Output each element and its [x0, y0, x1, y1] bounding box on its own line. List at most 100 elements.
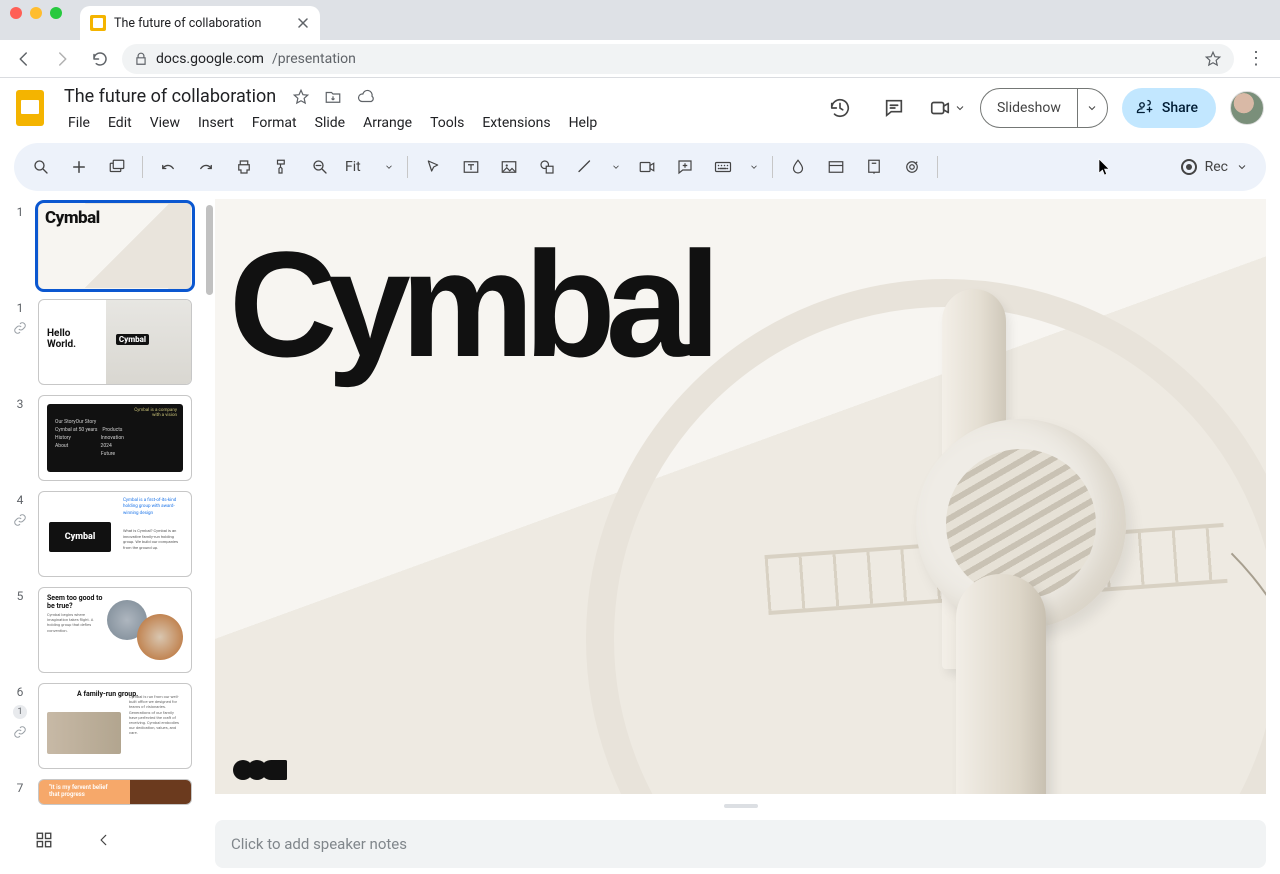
- shape-button[interactable]: [530, 150, 564, 184]
- slide-canvas[interactable]: Cymbal: [215, 199, 1266, 794]
- keyboard-dropdown[interactable]: [744, 162, 764, 172]
- speaker-notes[interactable]: Click to add speaker notes: [215, 820, 1266, 868]
- record-button[interactable]: Rec: [1181, 159, 1256, 175]
- account-avatar[interactable]: [1230, 91, 1264, 125]
- browser-tab[interactable]: The future of collaboration: [80, 6, 320, 40]
- slide-number: 1: [17, 205, 24, 219]
- version-history-button[interactable]: [820, 88, 860, 128]
- menu-view[interactable]: View: [142, 111, 188, 135]
- textbox-button[interactable]: [454, 150, 488, 184]
- app-header: The future of collaboration File Edit Vi…: [0, 78, 1280, 135]
- layout-button[interactable]: [819, 150, 853, 184]
- zoom-out-button[interactable]: [303, 150, 337, 184]
- thumb-title: Seem too good to be true?: [47, 594, 107, 610]
- background-button[interactable]: [781, 150, 815, 184]
- line-button[interactable]: [568, 150, 602, 184]
- toolbar-separator: [407, 156, 408, 178]
- slide-title[interactable]: Cymbal: [229, 229, 711, 379]
- menu-arrange[interactable]: Arrange: [355, 111, 420, 135]
- move-button[interactable]: [324, 88, 342, 106]
- bookmark-star-button[interactable]: [1204, 50, 1222, 68]
- window-close-button[interactable]: [10, 7, 22, 19]
- grid-view-button[interactable]: [28, 824, 60, 856]
- menu-insert[interactable]: Insert: [190, 111, 242, 135]
- slide-thumbnail-5[interactable]: Seem too good to be true? Cymbal begins …: [38, 587, 192, 673]
- slide-thumbnail-2[interactable]: HelloWorld.: [38, 299, 192, 385]
- menu-help[interactable]: Help: [561, 111, 606, 135]
- slide-number: 5: [17, 589, 24, 603]
- slideshow-dropdown[interactable]: [1077, 89, 1107, 127]
- slide-thumbnail-3[interactable]: Our Story Cymbal at 50 years Products Hi…: [38, 395, 192, 481]
- notes-splitter[interactable]: [215, 804, 1266, 810]
- redo-button[interactable]: [189, 150, 223, 184]
- toolbar-separator: [142, 156, 143, 178]
- browser-back-button[interactable]: [8, 43, 40, 75]
- image-button[interactable]: [492, 150, 526, 184]
- video-button[interactable]: [630, 150, 664, 184]
- menu-file[interactable]: File: [60, 111, 98, 135]
- brand-mark-icon: [233, 760, 287, 780]
- zoom-level[interactable]: Fit: [341, 159, 375, 175]
- slide-number: 1: [17, 301, 24, 315]
- select-tool-button[interactable]: [416, 150, 450, 184]
- chevron-down-icon: [1236, 161, 1248, 173]
- comment-add-button[interactable]: [668, 150, 702, 184]
- line-dropdown[interactable]: [606, 162, 626, 172]
- window-zoom-button[interactable]: [50, 7, 62, 19]
- transition-button[interactable]: [895, 150, 929, 184]
- menu-edit[interactable]: Edit: [100, 111, 140, 135]
- document-title[interactable]: The future of collaboration: [60, 84, 280, 109]
- slide-thumbnail-1[interactable]: Cymbal: [38, 203, 192, 289]
- new-slide-layout-button[interactable]: [100, 150, 134, 184]
- link-icon: [13, 321, 27, 335]
- slide-thumbnail-7[interactable]: "It is my fervent belief that progress: [38, 779, 192, 805]
- undo-button[interactable]: [151, 150, 185, 184]
- menu-format[interactable]: Format: [244, 111, 305, 135]
- zoom-dropdown[interactable]: [379, 162, 399, 172]
- menu-tools[interactable]: Tools: [422, 111, 472, 135]
- slide-thumbnail-6[interactable]: A family-run group. Cymbal is run from o…: [38, 683, 192, 769]
- search-menus-button[interactable]: [24, 150, 58, 184]
- speaker-notes-placeholder: Click to add speaker notes: [231, 835, 407, 853]
- record-label: Rec: [1205, 159, 1228, 175]
- browser-forward-button[interactable]: [46, 43, 78, 75]
- keyboard-button[interactable]: [706, 150, 740, 184]
- thumb-title: "It is my fervent belief that progress: [49, 784, 109, 798]
- browser-menu-button[interactable]: ⋮: [1240, 48, 1272, 69]
- slide-number: 3: [17, 397, 24, 411]
- star-button[interactable]: [292, 88, 310, 106]
- slideshow-button[interactable]: Slideshow: [980, 88, 1108, 128]
- toolbar-separator: [772, 156, 773, 178]
- browser-reload-button[interactable]: [84, 43, 116, 75]
- share-button[interactable]: Share: [1122, 88, 1216, 128]
- filmstrip-scrollbar[interactable]: [206, 205, 213, 295]
- window-minimize-button[interactable]: [30, 7, 42, 19]
- toolbar-separator: [937, 156, 938, 178]
- slide-thumbnail-4[interactable]: Cymbal Cymbal is a first-of-its-kind hol…: [38, 491, 192, 577]
- cloud-status-icon[interactable]: [356, 88, 376, 106]
- workspace: 1 Cymbal 1 HelloWorld. 3 Our Story Cymba…: [0, 199, 1280, 874]
- meet-button[interactable]: [928, 97, 966, 119]
- url-path: /presentation: [272, 51, 356, 67]
- slideshow-label[interactable]: Slideshow: [981, 100, 1077, 116]
- theme-button[interactable]: [857, 150, 891, 184]
- slide-number: 7: [17, 781, 24, 795]
- menu-extensions[interactable]: Extensions: [474, 111, 558, 135]
- slide-number: 4: [17, 493, 24, 507]
- thumb-title: HelloWorld.: [47, 328, 76, 350]
- collapse-filmstrip-button[interactable]: [88, 824, 120, 856]
- browser-toolbar: docs.google.com/presentation ⋮: [0, 40, 1280, 78]
- new-slide-button[interactable]: [62, 150, 96, 184]
- thumb-title: Cymbal: [49, 522, 111, 552]
- paint-format-button[interactable]: [265, 150, 299, 184]
- menu-slide[interactable]: Slide: [307, 111, 353, 135]
- filmstrip[interactable]: 1 Cymbal 1 HelloWorld. 3 Our Story Cymba…: [0, 199, 215, 874]
- browser-tabstrip: The future of collaboration: [0, 0, 1280, 40]
- print-button[interactable]: [227, 150, 261, 184]
- slides-logo-icon[interactable]: [10, 88, 50, 128]
- link-icon: [13, 513, 27, 527]
- tab-close-button[interactable]: [296, 16, 310, 30]
- comments-button[interactable]: [874, 88, 914, 128]
- collaborator-badge: 1: [13, 705, 27, 719]
- address-bar[interactable]: docs.google.com/presentation: [122, 44, 1234, 74]
